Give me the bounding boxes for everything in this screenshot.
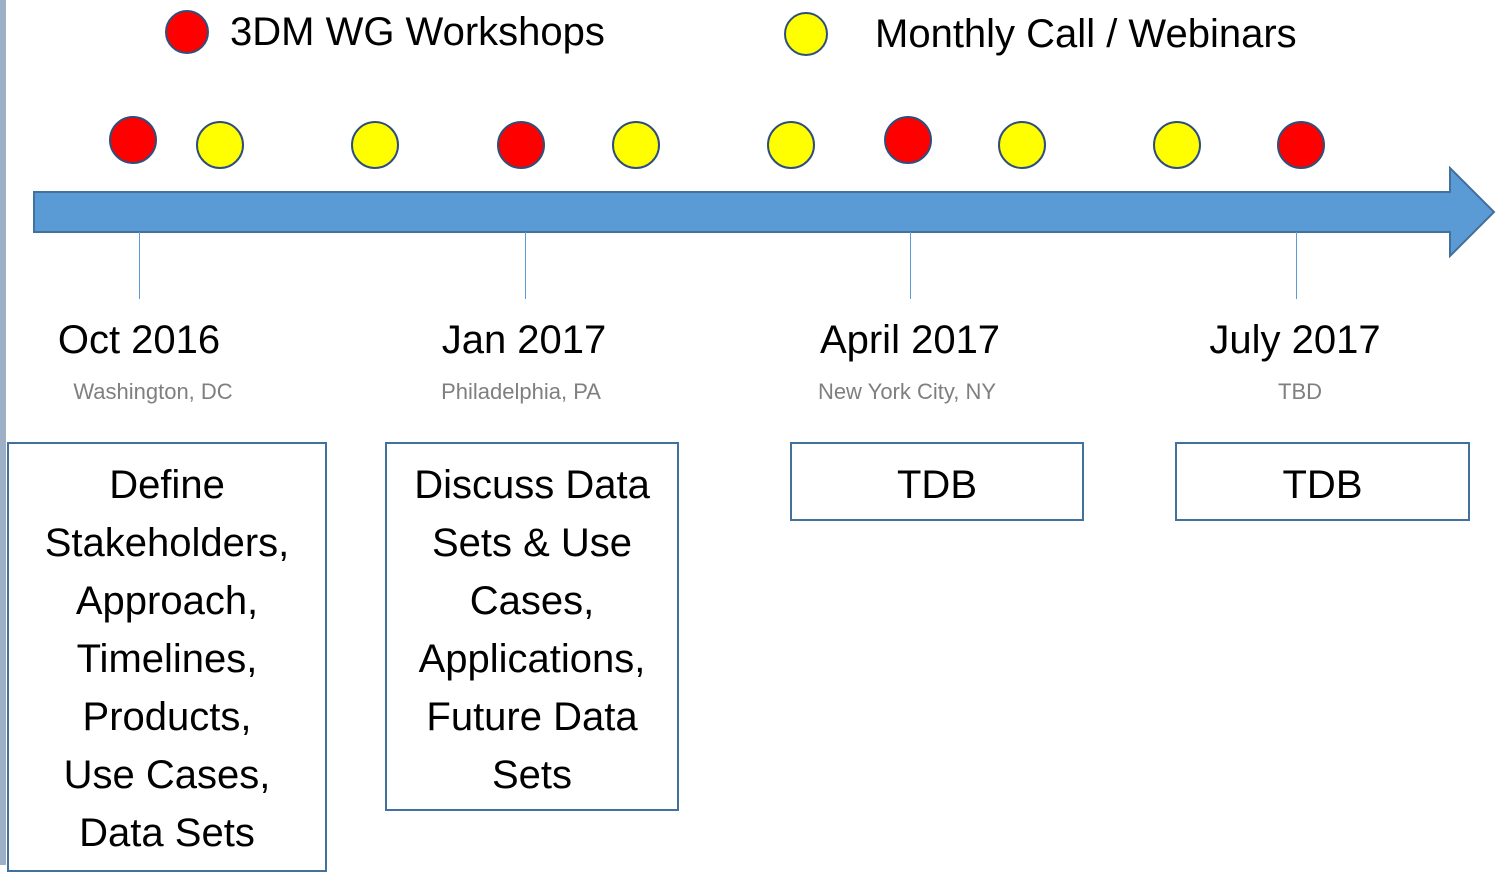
milestone-description: Discuss Data Sets & Use Cases, Applicati… [414, 463, 650, 797]
legend-calls-label: Monthly Call / Webinars [875, 12, 1297, 56]
milestone-tick [525, 232, 526, 299]
milestone-description: TDB [897, 463, 977, 507]
milestone-date: Oct 2016 [57, 318, 221, 362]
slide-left-edge [0, 0, 6, 865]
milestone-description-box: TDB [1175, 442, 1470, 521]
legend-call-marker [784, 12, 828, 56]
milestone-tick [910, 232, 911, 299]
milestone-description-box: Define Stakeholders, Approach, Timelines… [7, 442, 327, 872]
milestone-date: July 2017 [1209, 318, 1381, 362]
milestone-tick [139, 232, 140, 299]
legend-workshop-marker [165, 10, 209, 54]
milestone-location: New York City, NY [817, 379, 997, 404]
milestone-date: Jan 2017 [441, 318, 607, 362]
event-dot-workshop [109, 116, 157, 164]
milestone-description: TDB [1282, 463, 1363, 507]
milestone-description-box: TDB [790, 442, 1084, 521]
event-dot-workshop [884, 116, 932, 164]
milestone-location: TBD [1278, 379, 1322, 404]
timeline-arrow [33, 165, 1496, 259]
milestone-location: Washington, DC [73, 379, 233, 404]
legend-workshops-label: 3DM WG Workshops [230, 10, 605, 54]
milestone-location: Philadelphia, PA [441, 379, 601, 404]
milestone-tick [1296, 232, 1297, 299]
milestone-description-box: Discuss Data Sets & Use Cases, Applicati… [385, 442, 679, 811]
milestone-description: Define Stakeholders, Approach, Timelines… [44, 463, 290, 855]
milestone-date: April 2017 [819, 318, 1001, 362]
